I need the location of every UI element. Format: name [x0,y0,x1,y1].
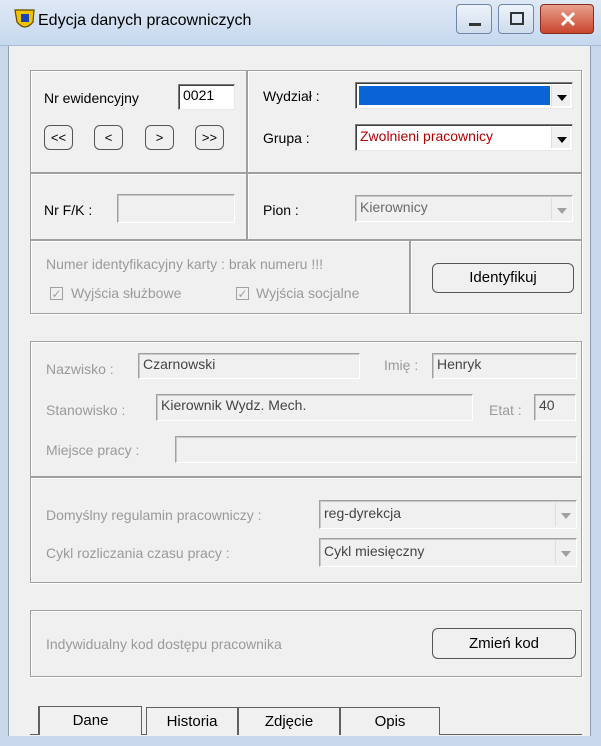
pion-label: Pion : [263,202,299,218]
grupa-value: Zwolnieni pracownicy [360,128,494,144]
wydzial-label: Wydział : [263,88,320,104]
tab-zdjecie[interactable]: Zdjęcie [238,707,340,735]
chevron-down-icon[interactable] [555,503,574,526]
maximize-button[interactable] [498,4,534,34]
wyjscia-sluzbowe-checkbox[interactable]: ✓ [50,287,63,300]
last-record-button[interactable]: >> [195,125,224,150]
cykl-value: Cykl miesięczny [324,543,425,559]
miejsce-pracy-label: Miejsce pracy : [46,442,140,458]
regulamin-select[interactable]: reg-dyrekcja [319,500,577,529]
tab-opis[interactable]: Opis [340,707,440,735]
imie-label: Imię : [384,357,419,373]
chevron-down-icon[interactable] [555,541,574,564]
next-record-button[interactable]: > [145,125,174,150]
wyjscia-socjalne-label: Wyjścia socjalne [256,285,360,301]
minimize-button[interactable] [456,4,492,34]
nr-ewidencyjny-input[interactable]: 0021 [178,84,235,110]
change-code-button[interactable]: Zmień kod [432,628,576,659]
miejsce-pracy-input[interactable] [175,436,577,463]
nazwisko-input[interactable]: Czarnowski [138,353,360,379]
nr-fk-label: Nr F/K : [44,202,93,218]
chevron-down-icon[interactable] [551,127,570,148]
chevron-down-icon[interactable] [551,198,570,219]
cykl-select[interactable]: Cykl miesięczny [319,538,577,567]
etat-label: Etat : [489,402,522,418]
etat-input[interactable]: 40 [534,394,576,421]
tab-dane[interactable]: Dane [38,706,142,735]
pion-value: Kierownicy [360,199,428,215]
app-icon [14,8,36,32]
nr-fk-input[interactable] [117,194,235,223]
first-record-button[interactable]: << [44,125,73,150]
regulamin-label: Domyślny regulamin pracowniczy : [46,507,262,523]
wyjscia-socjalne-checkbox[interactable]: ✓ [236,287,249,300]
window-title: Edycja danych pracowniczych [38,12,252,29]
wydzial-select[interactable] [355,82,573,109]
grupa-label: Grupa : [263,130,310,146]
grupa-select[interactable]: Zwolnieni pracownicy [355,124,573,151]
chevron-down-icon[interactable] [551,85,570,106]
imie-input[interactable]: Henryk [432,353,577,379]
cykl-label: Cykl rozliczania czasu pracy : [46,545,230,561]
stanowisko-label: Stanowisko : [46,402,126,418]
pion-select[interactable]: Kierownicy [355,195,573,222]
card-info-text: Numer identyfikacyjny karty : brak numer… [46,256,323,272]
close-button[interactable] [540,4,594,34]
wydzial-selected-highlight [359,86,550,105]
card-info-panel [30,240,410,314]
regulamin-value: reg-dyrekcja [324,505,402,521]
nazwisko-label: Nazwisko : [46,361,114,377]
prev-record-button[interactable]: < [94,125,123,150]
identify-button[interactable]: Identyfikuj [432,263,574,293]
work-rules-panel [30,477,582,583]
nr-ewidencyjny-label: Nr ewidencyjny [44,90,139,106]
tab-historia[interactable]: Historia [146,707,238,735]
wyjscia-sluzbowe-label: Wyjścia służbowe [71,285,182,301]
access-code-label: Indywidualny kod dostępu pracownika [46,636,282,652]
stanowisko-input[interactable]: Kierownik Wydz. Mech. [156,394,473,421]
